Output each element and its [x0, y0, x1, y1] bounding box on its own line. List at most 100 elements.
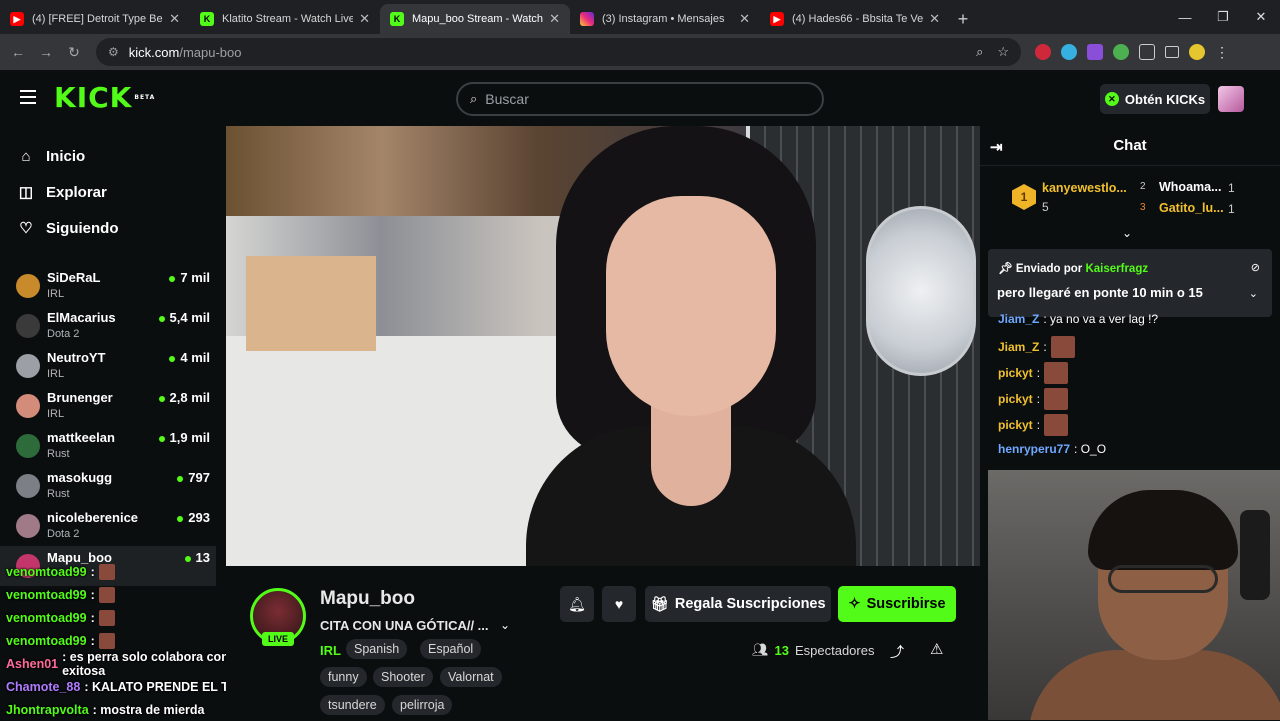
chat-message[interactable]: pickyt:	[998, 414, 1069, 436]
sparkle-icon: ✧	[848, 596, 861, 612]
tag[interactable]: Valornat	[440, 667, 502, 687]
channel-category: IRL	[47, 368, 65, 380]
url-field[interactable]: ⚙ kick.com/mapu-boo ⌕ ☆	[96, 38, 1021, 66]
forward-icon[interactable]: →	[32, 44, 60, 60]
extension-icon[interactable]	[1035, 44, 1051, 60]
browser-tab[interactable]: (3) Instagram • Mensajes ✕	[570, 4, 760, 34]
user-avatar[interactable]	[1218, 86, 1244, 112]
close-icon[interactable]: ✕	[929, 11, 940, 27]
close-icon[interactable]: ✕	[739, 11, 750, 27]
subscribe-label: Suscribirse	[866, 596, 946, 612]
collapse-chat-icon[interactable]: ⇥	[990, 138, 1003, 156]
subscribe-button[interactable]: ✧ Suscribirse	[838, 586, 956, 622]
emote-icon	[1044, 388, 1069, 410]
leaderboard-user[interactable]: Whoama...	[1159, 180, 1222, 194]
tag[interactable]: pelirroja	[392, 695, 453, 715]
pinned-message[interactable]: 📌︎ Enviado por Kaiserfragz pero llegaré …	[988, 249, 1272, 317]
restore-icon[interactable]: ❐	[1204, 0, 1242, 34]
chat-message[interactable]: Jiam_Z : ya no va a ver lag !?	[998, 312, 1158, 326]
leaderboard-user[interactable]: kanyewestlo...	[1042, 181, 1127, 195]
extension-icon[interactable]	[1113, 44, 1129, 60]
reload-icon[interactable]: ↻	[60, 44, 88, 61]
chat-message[interactable]: Jiam_Z:	[998, 336, 1075, 358]
sidebar-item-explorar[interactable]: ◫ Explorar	[0, 174, 216, 210]
chat-username[interactable]: henryperu77	[998, 442, 1070, 456]
close-window-icon[interactable]: ✕	[1242, 0, 1280, 34]
notification-bell-button[interactable]: 🔔︎	[560, 586, 594, 622]
emote-icon	[98, 609, 115, 626]
tag[interactable]: Español	[420, 639, 482, 659]
browser-tab-active[interactable]: K Mapu_boo Stream - Watch Live o ✕	[380, 4, 570, 34]
leaderboard-count: 5	[1042, 200, 1049, 214]
zoom-icon[interactable]: ⌕	[976, 44, 983, 60]
nav-label: Explorar	[46, 183, 107, 201]
get-kicks-button[interactable]: ✕ Obtén KICKs	[1100, 84, 1210, 114]
pinned-author[interactable]: Kaiserfragz	[1085, 263, 1148, 275]
close-icon[interactable]: ✕	[549, 11, 560, 27]
sidebar-channel-masokugg[interactable]: masokugg Rust 797	[0, 466, 216, 506]
back-icon[interactable]: ←	[4, 44, 32, 60]
hide-pin-icon[interactable]: ⊘	[1251, 261, 1260, 274]
puzzle-icon[interactable]	[1139, 44, 1155, 60]
hamburger-menu-icon[interactable]	[20, 90, 36, 104]
chevron-down-icon[interactable]: ⌄	[1249, 287, 1258, 300]
follow-button[interactable]: ♥	[602, 586, 636, 622]
minimize-icon[interactable]: —	[1166, 0, 1204, 34]
emote-icon	[98, 563, 115, 580]
sidebar-item-siguiendo[interactable]: ♡ Siguiendo	[0, 210, 216, 246]
browser-tab[interactable]: ▶ (4) [FREE] Detroit Type Beat x W ✕	[0, 4, 190, 34]
chat-text: : ya no va a ver lag !?	[1043, 312, 1159, 326]
channel-category: Rust	[47, 448, 70, 460]
site-info-icon[interactable]: ⚙	[108, 45, 119, 59]
channel-category: Dota 2	[47, 528, 80, 540]
close-icon[interactable]: ✕	[359, 11, 370, 27]
new-tab-button[interactable]: +	[950, 4, 976, 34]
sidebar-channel-neutroyt[interactable]: NeutroYT IRL 4 mil	[0, 346, 216, 386]
chat-message[interactable]: pickyt:	[998, 362, 1069, 384]
channel-name[interactable]: Mapu_boo	[320, 588, 415, 610]
tag[interactable]: Shooter	[373, 667, 433, 687]
tag[interactable]: Spanish	[346, 639, 408, 659]
sidebar-channel-mattkeelan[interactable]: mattkeelan Rust 1,9 mil	[0, 426, 216, 466]
chat-message[interactable]: henryperu77: O_O	[998, 442, 1106, 456]
media-icon[interactable]	[1165, 46, 1179, 58]
tag[interactable]: funny	[320, 667, 367, 687]
kick-logo[interactable]: KICK BETA	[54, 84, 155, 112]
sidebar-channel-nicoleberenice[interactable]: nicoleberenice Dota 2 293	[0, 506, 216, 546]
tag[interactable]: tsundere	[320, 695, 385, 715]
extension-icon[interactable]	[1061, 44, 1077, 60]
search-input[interactable]	[485, 91, 786, 107]
chat-text: :	[1036, 392, 1041, 406]
close-icon[interactable]: ✕	[169, 11, 180, 27]
extension-icon[interactable]	[1087, 44, 1103, 60]
chat-username[interactable]: Jiam_Z	[998, 340, 1039, 354]
sidebar-channel-sideral[interactable]: SiDeRaL IRL 7 mil	[0, 266, 216, 306]
bookmark-star-icon[interactable]: ☆	[997, 44, 1009, 60]
window-controls: — ❐ ✕	[1166, 0, 1280, 34]
viewer-count: 1,9 mil	[159, 430, 210, 446]
sidebar-channel-brunenger[interactable]: Brunenger IRL 2,8 mil	[0, 386, 216, 426]
report-warning-icon[interactable]: ⚠	[930, 640, 943, 658]
stream-category[interactable]: IRL	[320, 643, 341, 658]
followed-channels-list: SiDeRaL IRL 7 mil ElMacarius Dota 2 5,4 mil Ne…	[0, 266, 216, 586]
profile-avatar[interactable]	[1189, 44, 1205, 60]
chat-message[interactable]: pickyt:	[998, 388, 1069, 410]
pinned-header: 📌︎ Enviado por Kaiserfragz	[998, 261, 1148, 275]
share-icon[interactable]: ⤴	[890, 642, 904, 662]
chat-username[interactable]: pickyt	[998, 366, 1033, 380]
compass-icon: ◫	[18, 184, 34, 201]
expand-leaderboard-icon[interactable]: ⌄	[1122, 226, 1132, 240]
chevron-down-icon[interactable]: ⌄	[500, 618, 510, 632]
chat-username[interactable]: pickyt	[998, 418, 1033, 432]
chat-username[interactable]: pickyt	[998, 392, 1033, 406]
chat-username[interactable]: Jiam_Z	[998, 312, 1039, 326]
menu-kebab-icon[interactable]: ⋮	[1215, 44, 1229, 60]
video-player[interactable]	[226, 126, 980, 566]
sidebar-item-inicio[interactable]: ⌂ Inicio	[0, 138, 216, 174]
sidebar-channel-elmacarius[interactable]: ElMacarius Dota 2 5,4 mil	[0, 306, 216, 346]
gift-subs-button[interactable]: 🎁︎ Regala Suscripciones	[645, 586, 831, 622]
browser-tab[interactable]: K Klatito Stream - Watch Live on K ✕	[190, 4, 380, 34]
browser-tab[interactable]: ▶ (4) Hades66 - Bbsita Te VeS Bie ✕	[760, 4, 950, 34]
youtube-icon: ▶	[10, 12, 24, 26]
leaderboard-user[interactable]: Gatito_lu...	[1159, 201, 1224, 215]
